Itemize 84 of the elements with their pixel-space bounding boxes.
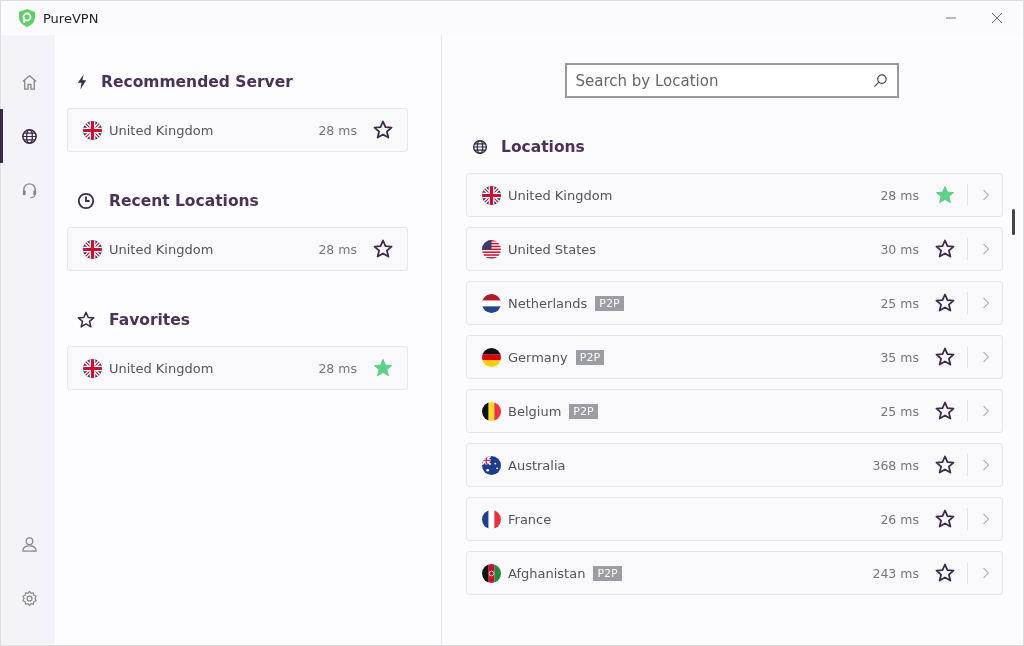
favorite-star-icon[interactable]	[373, 358, 393, 378]
search-icon	[872, 73, 888, 88]
section-heading: Recommended Server	[101, 73, 293, 91]
favorite-star-icon[interactable]	[935, 347, 955, 367]
country-name: Belgium	[508, 403, 562, 419]
location-row[interactable]: Germany P2P 35 ms	[466, 335, 1003, 379]
flag-icon	[83, 358, 102, 378]
country-name: France	[508, 511, 552, 527]
search-field[interactable]: Search by Location	[564, 63, 899, 98]
shield-logo-icon	[19, 9, 35, 27]
chevron-right-icon[interactable]	[982, 404, 990, 418]
chevron-right-icon[interactable]	[982, 566, 990, 580]
flag-icon	[482, 185, 501, 205]
favorite-star-icon[interactable]	[935, 509, 955, 529]
location-row[interactable]: Australia 368 ms	[466, 443, 1003, 487]
window-title: PureVPN	[43, 10, 99, 26]
ping-time: 28 ms	[318, 122, 357, 138]
ping-time: 368 ms	[872, 457, 919, 473]
country-name: United Kingdom	[109, 122, 214, 138]
location-row[interactable]: United Kingdom 28 ms	[67, 346, 408, 390]
favorite-star-icon[interactable]	[373, 239, 393, 259]
flag-icon	[482, 563, 501, 583]
location-row[interactable]: United Kingdom 28 ms	[67, 227, 408, 271]
ping-time: 25 ms	[880, 295, 919, 311]
close-icon	[991, 12, 1003, 24]
country-name: Netherlands	[508, 295, 588, 311]
star-icon	[77, 311, 95, 329]
country-name: United Kingdom	[109, 360, 214, 376]
favorite-star-icon[interactable]	[935, 185, 955, 205]
location-row[interactable]: France 26 ms	[466, 497, 1003, 541]
ping-time: 35 ms	[880, 349, 919, 365]
ping-time: 28 ms	[880, 187, 919, 203]
section-heading: Locations	[501, 138, 585, 156]
lightning-icon	[77, 74, 87, 90]
country-name: United Kingdom	[109, 241, 214, 257]
location-row[interactable]: United Kingdom 28 ms	[67, 108, 408, 152]
chevron-right-icon[interactable]	[982, 512, 990, 526]
chevron-right-icon[interactable]	[982, 296, 990, 310]
flag-icon	[482, 455, 501, 475]
favorite-star-icon[interactable]	[935, 563, 955, 583]
ping-time: 243 ms	[872, 565, 919, 581]
p2p-tag: P2P	[569, 403, 598, 419]
settings-icon	[19, 588, 39, 608]
flag-icon	[482, 509, 501, 529]
favorite-star-icon[interactable]	[935, 239, 955, 259]
globe-icon	[471, 138, 489, 156]
p2p-tag: P2P	[575, 349, 605, 365]
favorite-star-icon[interactable]	[935, 455, 955, 475]
flag-icon	[482, 293, 501, 313]
location-row[interactable]: United States 30 ms	[466, 227, 1003, 271]
ping-time: 28 ms	[318, 241, 357, 257]
favorite-star-icon[interactable]	[935, 293, 955, 313]
ping-time: 28 ms	[318, 360, 357, 376]
scrollbar-thumb[interactable]	[1012, 209, 1015, 235]
flag-icon	[482, 347, 501, 367]
country-name: United States	[508, 241, 597, 257]
section-heading: Recent Locations	[109, 192, 259, 210]
location-row[interactable]: United Kingdom 28 ms	[466, 173, 1003, 217]
favorite-star-icon[interactable]	[935, 401, 955, 421]
flag-icon	[482, 401, 501, 421]
location-row[interactable]: Belgium P2P 25 ms	[466, 389, 1003, 433]
chevron-right-icon[interactable]	[982, 188, 990, 202]
location-row[interactable]: Afghanistan P2P 243 ms	[466, 551, 1003, 595]
user-icon	[19, 534, 39, 554]
chevron-right-icon[interactable]	[982, 242, 990, 256]
p2p-tag: P2P	[593, 565, 622, 581]
country-name: United Kingdom	[508, 187, 613, 203]
globe-icon	[19, 126, 39, 146]
country-name: Afghanistan	[508, 565, 586, 581]
favorite-star-icon[interactable]	[373, 120, 393, 140]
country-name: Australia	[508, 457, 566, 473]
flag-icon	[83, 120, 102, 140]
section-heading: Favorites	[109, 311, 190, 329]
chevron-right-icon[interactable]	[982, 458, 990, 472]
flag-icon	[83, 239, 102, 259]
ping-time: 26 ms	[880, 511, 919, 527]
clock-icon	[77, 192, 95, 210]
location-row[interactable]: Netherlands P2P 25 ms	[466, 281, 1003, 325]
ping-time: 30 ms	[880, 241, 919, 257]
country-name: Germany	[508, 349, 568, 365]
ping-time: 25 ms	[880, 403, 919, 419]
p2p-tag: P2P	[595, 295, 624, 311]
chevron-right-icon[interactable]	[982, 350, 990, 364]
flag-icon	[482, 239, 501, 259]
